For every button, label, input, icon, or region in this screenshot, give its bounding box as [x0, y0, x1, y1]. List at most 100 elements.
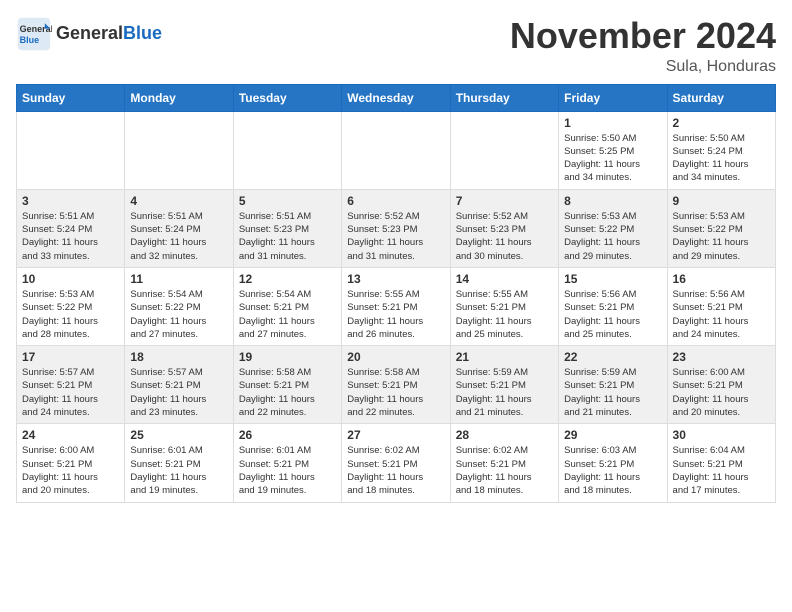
calendar-cell: 6 Sunrise: 5:52 AM Sunset: 5:23 PM Daylig… — [342, 189, 450, 267]
calendar-cell: 3 Sunrise: 5:51 AM Sunset: 5:24 PM Daylig… — [17, 189, 125, 267]
day-info: Sunrise: 5:58 AM Sunset: 5:21 PM Dayligh… — [347, 366, 444, 419]
day-number: 6 — [347, 194, 444, 208]
logo-text: GeneralBlue — [56, 24, 162, 44]
day-info: Sunrise: 5:51 AM Sunset: 5:24 PM Dayligh… — [22, 210, 119, 263]
calendar-cell — [342, 111, 450, 189]
day-of-week-header: Friday — [559, 84, 667, 111]
day-number: 27 — [347, 428, 444, 442]
day-info: Sunrise: 5:53 AM Sunset: 5:22 PM Dayligh… — [22, 288, 119, 341]
day-number: 18 — [130, 350, 227, 364]
calendar-cell: 2Sunrise: 5:50 AM Sunset: 5:24 PM Daylig… — [667, 111, 775, 189]
calendar-cell: 7 Sunrise: 5:52 AM Sunset: 5:23 PM Daylig… — [450, 189, 558, 267]
calendar-cell: 21 Sunrise: 5:59 AM Sunset: 5:21 PM Dayli… — [450, 346, 558, 424]
svg-text:Blue: Blue — [20, 35, 40, 45]
day-of-week-header: Monday — [125, 84, 233, 111]
calendar-cell: 9Sunrise: 5:53 AM Sunset: 5:22 PM Daylig… — [667, 189, 775, 267]
calendar-header: SundayMondayTuesdayWednesdayThursdayFrid… — [17, 84, 776, 111]
day-number: 26 — [239, 428, 336, 442]
day-number: 30 — [673, 428, 770, 442]
calendar-cell: 12Sunrise: 5:54 AM Sunset: 5:21 PM Dayli… — [233, 267, 341, 345]
day-info: Sunrise: 5:54 AM Sunset: 5:21 PM Dayligh… — [239, 288, 336, 341]
day-number: 17 — [22, 350, 119, 364]
title-block: November 2024 Sula, Honduras — [510, 16, 776, 76]
calendar-cell: 11 Sunrise: 5:54 AM Sunset: 5:22 PM Dayli… — [125, 267, 233, 345]
calendar-cell — [125, 111, 233, 189]
day-number: 19 — [239, 350, 336, 364]
calendar-cell: 22 Sunrise: 5:59 AM Sunset: 5:21 PM Dayli… — [559, 346, 667, 424]
calendar-cell: 13Sunrise: 5:55 AM Sunset: 5:21 PM Dayli… — [342, 267, 450, 345]
day-info: Sunrise: 6:02 AM Sunset: 5:21 PM Dayligh… — [456, 444, 553, 497]
day-number: 21 — [456, 350, 553, 364]
calendar-cell: 10Sunrise: 5:53 AM Sunset: 5:22 PM Dayli… — [17, 267, 125, 345]
day-info: Sunrise: 5:53 AM Sunset: 5:22 PM Dayligh… — [673, 210, 770, 263]
calendar-cell: 28Sunrise: 6:02 AM Sunset: 5:21 PM Dayli… — [450, 424, 558, 502]
day-info: Sunrise: 6:00 AM Sunset: 5:21 PM Dayligh… — [673, 366, 770, 419]
calendar-cell: 8Sunrise: 5:53 AM Sunset: 5:22 PM Daylig… — [559, 189, 667, 267]
calendar-cell: 19 Sunrise: 5:58 AM Sunset: 5:21 PM Dayli… — [233, 346, 341, 424]
day-info: Sunrise: 5:52 AM Sunset: 5:23 PM Dayligh… — [347, 210, 444, 263]
page-header: General Blue GeneralBlue November 2024 S… — [16, 16, 776, 76]
day-info: Sunrise: 5:54 AM Sunset: 5:22 PM Dayligh… — [130, 288, 227, 341]
day-number: 14 — [456, 272, 553, 286]
day-number: 4 — [130, 194, 227, 208]
day-info: Sunrise: 6:04 AM Sunset: 5:21 PM Dayligh… — [673, 444, 770, 497]
day-of-week-header: Wednesday — [342, 84, 450, 111]
calendar-cell: 27 Sunrise: 6:02 AM Sunset: 5:21 PM Dayli… — [342, 424, 450, 502]
calendar-cell: 17 Sunrise: 5:57 AM Sunset: 5:21 PM Dayli… — [17, 346, 125, 424]
calendar-cell: 26Sunrise: 6:01 AM Sunset: 5:21 PM Dayli… — [233, 424, 341, 502]
calendar-cell: 1 Sunrise: 5:50 AM Sunset: 5:25 PM Daylig… — [559, 111, 667, 189]
day-info: Sunrise: 5:57 AM Sunset: 5:21 PM Dayligh… — [130, 366, 227, 419]
day-of-week-header: Thursday — [450, 84, 558, 111]
day-info: Sunrise: 5:58 AM Sunset: 5:21 PM Dayligh… — [239, 366, 336, 419]
day-info: Sunrise: 5:53 AM Sunset: 5:22 PM Dayligh… — [564, 210, 661, 263]
day-info: Sunrise: 5:50 AM Sunset: 5:25 PM Dayligh… — [564, 132, 661, 185]
calendar-cell: 23Sunrise: 6:00 AM Sunset: 5:21 PM Dayli… — [667, 346, 775, 424]
day-of-week-header: Saturday — [667, 84, 775, 111]
day-info: Sunrise: 5:56 AM Sunset: 5:21 PM Dayligh… — [564, 288, 661, 341]
day-info: Sunrise: 6:01 AM Sunset: 5:21 PM Dayligh… — [130, 444, 227, 497]
day-info: Sunrise: 5:59 AM Sunset: 5:21 PM Dayligh… — [456, 366, 553, 419]
calendar-cell: 18 Sunrise: 5:57 AM Sunset: 5:21 PM Dayli… — [125, 346, 233, 424]
day-info: Sunrise: 6:00 AM Sunset: 5:21 PM Dayligh… — [22, 444, 119, 497]
calendar-week-row: 1 Sunrise: 5:50 AM Sunset: 5:25 PM Daylig… — [17, 111, 776, 189]
header-row: SundayMondayTuesdayWednesdayThursdayFrid… — [17, 84, 776, 111]
day-info: Sunrise: 6:02 AM Sunset: 5:21 PM Dayligh… — [347, 444, 444, 497]
day-info: Sunrise: 5:55 AM Sunset: 5:21 PM Dayligh… — [456, 288, 553, 341]
day-info: Sunrise: 5:57 AM Sunset: 5:21 PM Dayligh… — [22, 366, 119, 419]
calendar-week-row: 10Sunrise: 5:53 AM Sunset: 5:22 PM Dayli… — [17, 267, 776, 345]
calendar-body: 1 Sunrise: 5:50 AM Sunset: 5:25 PM Daylig… — [17, 111, 776, 502]
calendar-cell: 15Sunrise: 5:56 AM Sunset: 5:21 PM Dayli… — [559, 267, 667, 345]
day-info: Sunrise: 5:52 AM Sunset: 5:23 PM Dayligh… — [456, 210, 553, 263]
month-title: November 2024 — [510, 16, 776, 56]
day-number: 13 — [347, 272, 444, 286]
day-number: 7 — [456, 194, 553, 208]
calendar-week-row: 3 Sunrise: 5:51 AM Sunset: 5:24 PM Daylig… — [17, 189, 776, 267]
day-number: 2 — [673, 116, 770, 130]
day-info: Sunrise: 5:51 AM Sunset: 5:24 PM Dayligh… — [130, 210, 227, 263]
day-number: 5 — [239, 194, 336, 208]
calendar: SundayMondayTuesdayWednesdayThursdayFrid… — [16, 84, 776, 503]
calendar-cell: 30 Sunrise: 6:04 AM Sunset: 5:21 PM Dayli… — [667, 424, 775, 502]
calendar-week-row: 24Sunrise: 6:00 AM Sunset: 5:21 PM Dayli… — [17, 424, 776, 502]
calendar-cell: 5Sunrise: 5:51 AM Sunset: 5:23 PM Daylig… — [233, 189, 341, 267]
day-number: 22 — [564, 350, 661, 364]
day-number: 25 — [130, 428, 227, 442]
day-number: 3 — [22, 194, 119, 208]
calendar-cell — [17, 111, 125, 189]
logo-icon: General Blue — [16, 16, 52, 52]
calendar-cell: 16Sunrise: 5:56 AM Sunset: 5:21 PM Dayli… — [667, 267, 775, 345]
calendar-cell: 24Sunrise: 6:00 AM Sunset: 5:21 PM Dayli… — [17, 424, 125, 502]
day-info: Sunrise: 5:59 AM Sunset: 5:21 PM Dayligh… — [564, 366, 661, 419]
calendar-cell — [233, 111, 341, 189]
day-number: 20 — [347, 350, 444, 364]
calendar-week-row: 17 Sunrise: 5:57 AM Sunset: 5:21 PM Dayli… — [17, 346, 776, 424]
calendar-cell: 20 Sunrise: 5:58 AM Sunset: 5:21 PM Dayli… — [342, 346, 450, 424]
day-info: Sunrise: 5:56 AM Sunset: 5:21 PM Dayligh… — [673, 288, 770, 341]
logo: General Blue GeneralBlue — [16, 16, 162, 52]
day-number: 11 — [130, 272, 227, 286]
day-of-week-header: Sunday — [17, 84, 125, 111]
calendar-cell: 14 Sunrise: 5:55 AM Sunset: 5:21 PM Dayli… — [450, 267, 558, 345]
day-info: Sunrise: 6:03 AM Sunset: 5:21 PM Dayligh… — [564, 444, 661, 497]
day-of-week-header: Tuesday — [233, 84, 341, 111]
day-number: 1 — [564, 116, 661, 130]
